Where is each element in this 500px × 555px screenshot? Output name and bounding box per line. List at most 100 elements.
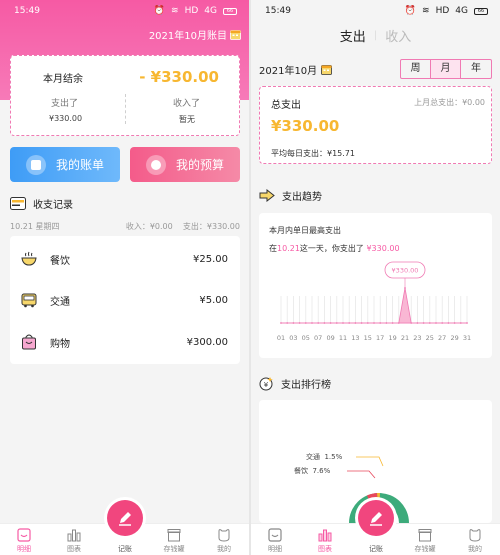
records-income: 收入：¥0.00 [125, 222, 173, 231]
data-point [391, 322, 394, 324]
leader-line-food [347, 470, 376, 479]
coin-icon: ¥ [259, 377, 273, 391]
data-point [342, 322, 344, 324]
x-tick-label: 11 [339, 334, 347, 342]
details-screen: 15:49 ⏰ ≋ HD 4G 66 2021年10月账目 本月结余 - ¥33… [0, 0, 249, 555]
nav-charts[interactable]: 图表 [305, 528, 345, 554]
month-selector[interactable]: 2021年10月 [259, 62, 333, 77]
records-list: 餐饮 ¥25.00 交通 ¥5.00 购物 ¥300.00 [10, 236, 240, 364]
list-item[interactable]: 交通 ¥5.00 [10, 280, 240, 320]
list-item[interactable]: 餐饮 ¥25.00 [10, 239, 240, 279]
profile-icon [218, 529, 230, 542]
chart-icon [318, 529, 332, 542]
wifi-icon: ≋ [422, 6, 430, 16]
trend-description: 在10.21这一天，你支出了 ¥330.00 [269, 244, 400, 253]
records-expense: 支出：¥330.00 [182, 222, 240, 231]
bottom-nav: 明细 图表 记账 存钱罐 我的 [0, 500, 249, 555]
data-point [416, 322, 419, 324]
data-point [366, 322, 369, 324]
nav-savings[interactable]: 存钱罐 [405, 528, 445, 554]
data-point [335, 322, 338, 324]
summary-divider [125, 94, 126, 124]
nav-details[interactable]: 明细 [4, 528, 44, 554]
data-point [323, 322, 326, 324]
data-point [292, 322, 295, 324]
piggy-box-icon [167, 529, 181, 542]
my-ledger-button[interactable]: 我的账单 [10, 147, 120, 182]
nav-savings[interactable]: 存钱罐 [154, 528, 194, 554]
data-point [453, 322, 456, 324]
data-point [397, 322, 400, 324]
nav-profile[interactable]: 我的 [204, 528, 244, 554]
x-tick-label: 19 [388, 334, 396, 342]
leader-line-transport [356, 456, 384, 467]
status-time: 15:49 [265, 6, 291, 16]
income-value: 暂无 [179, 115, 195, 124]
status-bar: 15:49 ⏰ ≋ HD 4G 66 [251, 0, 500, 22]
trend-chart: ¥330.00 01 03 05 07 09 11 13 15 17 19 21 23 25 27 29 31 [277, 261, 471, 342]
data-point [280, 322, 282, 324]
total-title: 总支出 [271, 100, 301, 111]
x-tick-label: 17 [376, 334, 384, 342]
detail-icon [268, 528, 282, 542]
data-point [329, 322, 332, 324]
data-point [435, 322, 437, 324]
total-amount: ¥330.00 [271, 117, 340, 135]
tab-income[interactable]: 收入 [385, 26, 411, 45]
battery-icon: 66 [474, 7, 488, 15]
add-record-button[interactable] [107, 500, 143, 536]
records-header: 收支记录 [10, 196, 73, 211]
period-month[interactable]: 月 [431, 60, 461, 78]
chart-icon [67, 529, 81, 542]
nav-details[interactable]: 明细 [255, 528, 295, 554]
tab-expense[interactable]: 支出 [340, 26, 366, 45]
svg-text:¥: ¥ [264, 381, 269, 389]
nav-add-record-label: 记账 [118, 545, 132, 553]
data-point [304, 322, 307, 324]
x-tick-label: 15 [364, 334, 372, 342]
budget-icon [145, 154, 166, 175]
data-point [428, 322, 431, 324]
bus-icon [21, 293, 37, 308]
add-record-button[interactable] [358, 500, 394, 536]
x-tick-label: 27 [438, 334, 446, 342]
data-point [459, 322, 462, 324]
shopping-bag-icon [22, 334, 36, 350]
data-point [311, 322, 313, 324]
data-point [317, 322, 320, 324]
piggy-box-icon [418, 529, 432, 542]
x-tick-label: 29 [450, 334, 458, 342]
trend-card: 本月内单日最高支出 在10.21这一天，你支出了 ¥330.00 ¥330.00… [259, 213, 492, 358]
alarm-icon: ⏰ [404, 6, 417, 16]
ledger-month-selector[interactable]: 2021年10月账目 [149, 27, 241, 42]
x-tick-label: 23 [413, 334, 421, 342]
period-week[interactable]: 周 [401, 60, 431, 78]
x-tick-label: 21 [401, 334, 409, 342]
data-point [373, 322, 375, 324]
expense-value: ¥330.00 [49, 114, 83, 123]
data-point [441, 322, 444, 324]
trend-subtitle: 本月内单日最高支出 [269, 226, 341, 235]
peak-label: ¥330.00 [392, 267, 419, 275]
period-toggle: 周 月 年 [400, 59, 492, 79]
signal-label: 4G [455, 6, 468, 16]
daily-average: 平均每日支出：¥15.71 [271, 149, 355, 158]
records-icon [10, 197, 26, 210]
nav-profile[interactable]: 我的 [455, 528, 495, 554]
nav-charts[interactable]: 图表 [54, 528, 94, 554]
monthly-summary-card: 本月结余 - ¥330.00 支出了 ¥330.00 收入了 暂无 [10, 55, 240, 136]
summary-balance: - ¥330.00 [139, 68, 219, 86]
data-point [286, 322, 289, 324]
income-label: 收入了 [173, 99, 201, 109]
my-budget-button[interactable]: 我的预算 [130, 147, 240, 182]
nav-add-record-label: 记账 [369, 545, 383, 553]
data-point [447, 322, 450, 324]
data-point [298, 322, 301, 324]
tab-separator: | [373, 30, 378, 41]
signal-label: 4G [204, 6, 217, 16]
x-tick-label: 31 [463, 334, 471, 342]
period-year[interactable]: 年 [461, 60, 491, 78]
battery-icon: 66 [223, 7, 237, 15]
ranking-header: ¥ 支出排行榜 [259, 376, 331, 391]
list-item[interactable]: 购物 ¥300.00 [10, 322, 240, 362]
